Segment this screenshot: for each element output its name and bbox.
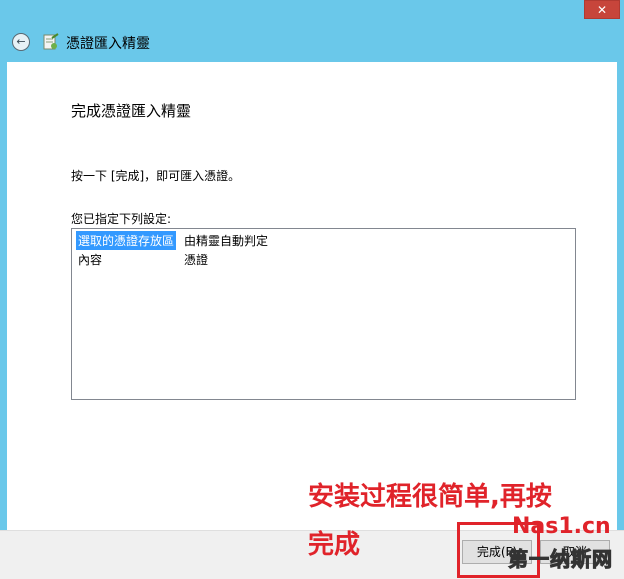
settings-list-label: 您已指定下列設定: <box>71 212 172 226</box>
setting-key: 內容 <box>78 253 103 267</box>
window-title: 憑證匯入精靈 <box>66 36 150 52</box>
watermark-logo: Nas1.cn <box>512 514 611 539</box>
title-bar: ← 憑證匯入精靈 <box>0 28 624 58</box>
back-arrow-icon: ← <box>16 35 26 48</box>
window-frame: ✕ ← 憑證匯入精靈 完成憑證匯入精靈 按一下 [完成]，即可匯入憑證。 您已指… <box>0 0 624 579</box>
certificate-icon <box>43 33 59 50</box>
setting-value: 憑證 <box>184 253 209 267</box>
setting-value: 由精靈自動判定 <box>184 234 269 248</box>
annotation-text-line1: 安装过程很简单,再按 <box>308 482 552 512</box>
close-icon: ✕ <box>596 3 608 17</box>
page-title: 完成憑證匯入精靈 <box>71 102 192 120</box>
wizard-content: 完成憑證匯入精靈 按一下 [完成]，即可匯入憑證。 您已指定下列設定: 選取的憑… <box>7 62 617 530</box>
annotation-text-line2: 完成 <box>308 530 361 560</box>
setting-key: 選取的憑證存放區 <box>76 231 177 250</box>
watermark-text: 第一纳斯网 <box>508 547 613 572</box>
list-item[interactable]: 內容 憑證 <box>76 250 556 268</box>
settings-list[interactable]: 選取的憑證存放區 由精靈自動判定 內容 憑證 <box>71 228 576 400</box>
close-button[interactable]: ✕ <box>584 0 620 19</box>
list-item[interactable]: 選取的憑證存放區 由精靈自動判定 <box>76 231 556 250</box>
instruction-text: 按一下 [完成]，即可匯入憑證。 <box>71 169 241 183</box>
back-button[interactable]: ← <box>12 33 30 51</box>
